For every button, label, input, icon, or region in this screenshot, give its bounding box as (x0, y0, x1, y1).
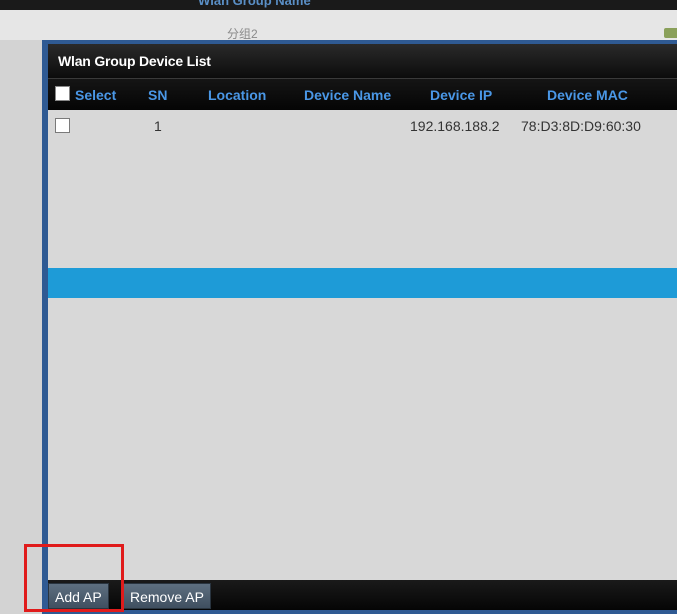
add-ap-button[interactable]: Add AP (48, 583, 109, 609)
background-topbar (0, 0, 677, 10)
edit-icon[interactable] (664, 28, 677, 38)
dialog-title: Wlan Group Device List (58, 53, 211, 69)
select-all-checkbox[interactable] (55, 86, 70, 101)
dialog-body: Wlan Group Device List Select SN Locatio… (48, 44, 677, 610)
row-checkbox[interactable] (55, 118, 70, 133)
cell-device-mac: 78:D3:8D:D9:60:30 (521, 118, 641, 134)
background-row-label: 分组2 (227, 27, 258, 41)
column-header-device-mac: Device MAC (547, 87, 628, 103)
dialog-titlebar: Wlan Group Device List (48, 44, 677, 78)
background-left-strip (0, 40, 42, 614)
column-header-select: Select (75, 87, 117, 103)
column-header-device-name: Device Name (304, 87, 392, 103)
background-header-label: Wlan Group Name (198, 0, 311, 8)
cell-sn: 1 (154, 118, 162, 134)
table-header: Select SN Location Device Name Device IP… (48, 78, 677, 110)
table-row: 1 192.168.188.2 78:D3:8D:D9:60:30 (48, 110, 677, 138)
background-row (0, 10, 677, 40)
row-highlight-bar (48, 268, 677, 298)
column-header-sn: SN (148, 87, 168, 103)
remove-ap-button[interactable]: Remove AP (123, 583, 211, 609)
cell-device-ip: 192.168.188.2 (410, 118, 500, 134)
screen: Wlan Group Name 分组2 Wlan Group Device Li… (0, 0, 677, 614)
device-table: 1 192.168.188.2 78:D3:8D:D9:60:30 (48, 110, 677, 574)
device-list-dialog: Wlan Group Device List Select SN Locatio… (42, 40, 677, 614)
column-header-device-ip: Device IP (430, 87, 493, 103)
column-header-location: Location (208, 87, 267, 103)
dialog-footer: Add AP Remove AP (48, 580, 677, 610)
